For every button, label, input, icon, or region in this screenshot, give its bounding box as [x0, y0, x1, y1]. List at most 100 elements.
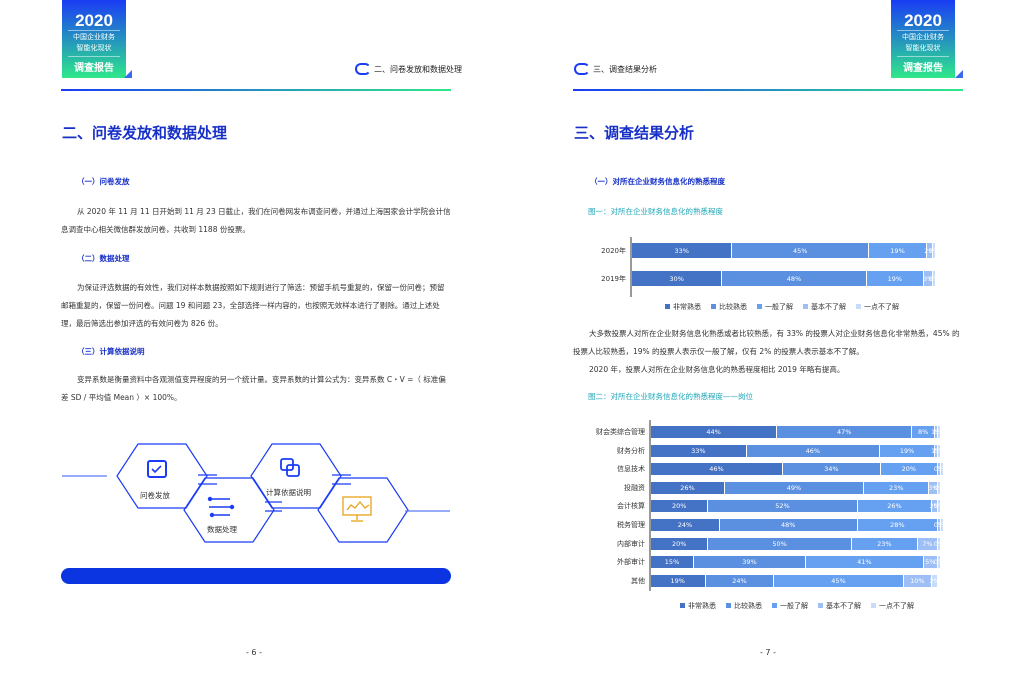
cloud-icon [574, 63, 590, 75]
badge-line2: 智能化现状 [905, 44, 941, 52]
header-text: 三、调查结果分析 [593, 64, 657, 74]
legend-swatch [871, 603, 876, 608]
paragraph: 从 2020 年 11 月 11 日开始到 11 月 23 日截止，我们在问卷网… [61, 207, 451, 234]
bar-segment: 20% [651, 537, 709, 550]
bar-row: 19% 24% 45% 10% 2% [651, 574, 940, 587]
bar-segment: 44% [651, 426, 778, 438]
bar-segment: 45% [774, 574, 904, 587]
page-title: 三、调查结果分析 [574, 124, 695, 142]
bar-segment: 47% [777, 426, 913, 438]
category-label: 2020年 [601, 246, 626, 255]
bar-segment: 26% [651, 481, 725, 494]
bar-row: 24% 48% 28% 0% 0% [651, 519, 947, 531]
bar-row: 44% 47% 8% 1% 0% [651, 426, 945, 438]
page-number: - 7 - [760, 648, 776, 657]
badge-line2: 智能化现状 [76, 44, 112, 52]
bar-segment: 0% [929, 243, 939, 258]
category-label: 外部审计 [617, 558, 645, 567]
bar-segment: 50% [708, 537, 852, 550]
legend-item: 比较熟悉 [711, 302, 747, 312]
header-rule [61, 89, 451, 91]
legend-swatch [772, 603, 777, 608]
link-squares-icon [280, 458, 300, 477]
paragraph: 为保证评选数据的有效性，我们对样本数据按照如下规则进行了筛选：预留手机号重复的，… [61, 283, 445, 328]
legend-item: 非常熟悉 [680, 601, 716, 611]
decorative-bar [61, 568, 451, 584]
legend-item: 基本不了解 [818, 601, 861, 611]
circuit-icon [207, 496, 235, 518]
legend-swatch [856, 304, 861, 309]
bar-segment: 23% [851, 537, 918, 550]
chart-familiarity-by-year: 2020年 33% 45% 19% 2% 0% 2019年 30% 48% 19% 3% 0% 非常熟悉… [560, 236, 940, 318]
bar-segment: 39% [694, 556, 806, 569]
bar-segment: 45% [732, 243, 870, 258]
bar-segment: 0% [933, 537, 945, 550]
bar-row: 20% 50% 23% 7% 0% [651, 537, 945, 550]
bar-segment: 46% [746, 444, 880, 457]
running-header: 三、调查结果分析 [574, 63, 657, 75]
bar-segment: 46% [651, 463, 784, 476]
bar-row: 20% 52% 26% 2% 0% [651, 500, 945, 513]
category-label: 会计核算 [617, 502, 645, 511]
section-heading: （一）问卷发放 [77, 177, 130, 186]
diagram-label: 数据处理 [207, 525, 237, 534]
bar-segment: 19% [880, 444, 936, 457]
bar-segment: 26% [857, 500, 933, 513]
bar-row: 30% 48% 19% 3% 0% [632, 271, 939, 286]
paragraph: 2020 年，投票人对所在企业财务信息化的熟悉程度相比 2019 年略有提高。 [589, 365, 845, 374]
legend-swatch [757, 304, 762, 309]
bar-segment: 0% [933, 444, 945, 457]
bar-segment: 33% [632, 243, 733, 258]
bar-segment: 34% [783, 463, 881, 476]
bar-row: 26% 49% 23% 3% 0% [651, 481, 944, 494]
legend-item: 非常熟悉 [665, 302, 701, 312]
bar-segment: 10% [903, 574, 933, 587]
chart-familiarity-by-role: 财会类综合管理 44% 47% 8% 1% 0% 财务分析 33% 46% 19% 1% 0% 信息技术… [560, 420, 947, 615]
category-label: 财会类综合管理 [596, 428, 645, 436]
bar-segment: 49% [724, 481, 865, 494]
category-label: 财务分析 [617, 446, 645, 455]
section-heading: （二）数据处理 [77, 254, 130, 263]
bar-segment: 0% [933, 556, 945, 569]
bar-segment: 24% [651, 519, 720, 531]
monitor-chart-icon [342, 496, 372, 522]
hex-4 [317, 477, 409, 543]
running-header: 二、问卷发放和数据处理 [355, 63, 462, 75]
bar-segment: 23% [864, 481, 930, 494]
bar-segment: 0% [936, 519, 948, 531]
report-badge: 2020 中国企业财务 智能化现状 调查报告 [62, 0, 126, 78]
diagram-label: 问卷发放 [140, 491, 170, 500]
bar-segment: 0% [933, 500, 945, 513]
section-heading: （三）计算依据说明 [77, 347, 145, 356]
legend-swatch [680, 603, 685, 608]
legend-item: 比较熟悉 [726, 601, 762, 611]
category-label: 投融资 [624, 483, 645, 492]
badge-corner [955, 70, 963, 78]
bar-segment: 24% [705, 574, 775, 587]
bar-segment: 33% [651, 444, 747, 457]
bar-segment: 19% [869, 243, 927, 258]
category-label: 内部审计 [617, 539, 645, 548]
bar-segment: 0% [933, 426, 945, 438]
badge-line1: 中国企业财务 [902, 33, 944, 41]
bar-row: 46% 34% 20% 0% 0% [651, 463, 947, 476]
badge-report: 调查报告 [897, 56, 949, 74]
category-label: 信息技术 [617, 465, 645, 474]
page-number: - 6 - [246, 648, 262, 657]
header-rule [573, 89, 963, 91]
cloud-icon [355, 63, 371, 75]
legend-swatch [726, 603, 731, 608]
bar-segment: 2% [929, 574, 940, 587]
paragraph: 大多数投票人对所在企业财务信息化熟悉或者比较熟悉，有 33% 的投票人对企业财务… [573, 329, 960, 356]
bar-segment: 0% [936, 463, 948, 476]
legend-swatch [665, 304, 670, 309]
category-label: 其他 [631, 576, 645, 585]
bar-row: 15% 39% 41% 5% 0% [651, 556, 945, 569]
paragraph: 变异系数是衡量资料中各观测值变异程度的另一个统计量。变异系数的计算公式为：变异系… [61, 375, 446, 402]
badge-year: 2020 [897, 12, 949, 31]
bar-segment: 20% [880, 463, 938, 476]
chart-legend: 非常熟悉 比较熟悉 一般了解 基本不了解 一点不了解 [680, 601, 914, 611]
bar-segment: 15% [651, 556, 695, 569]
legend-swatch [711, 304, 716, 309]
figure-caption: 图二：对所在企业财务信息化的熟悉程度——岗位 [588, 392, 753, 401]
